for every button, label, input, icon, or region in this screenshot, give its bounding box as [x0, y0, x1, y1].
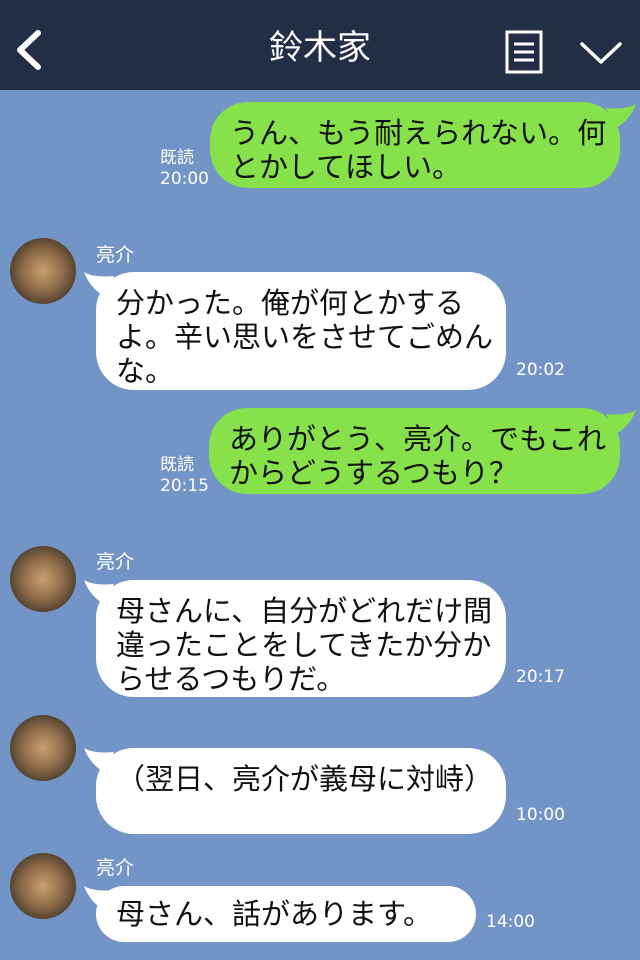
message-time: 10:00: [516, 805, 565, 825]
message-time: 14:00: [486, 912, 535, 932]
avatar[interactable]: [10, 715, 76, 781]
chat-title: 鈴木家: [269, 28, 371, 68]
sender-name: 亮介: [96, 857, 135, 879]
message-bubble-other: 母さん、話があります。: [96, 886, 476, 942]
menu-toggle-button[interactable]: [578, 38, 624, 68]
avatar[interactable]: [10, 853, 76, 919]
read-receipt: 既読 20:00: [160, 148, 209, 189]
avatar[interactable]: [10, 546, 76, 612]
read-receipt: 既読 20:15: [160, 455, 209, 496]
bubble-tail: [606, 410, 636, 434]
note-icon: [505, 30, 543, 74]
note-button[interactable]: [505, 30, 543, 74]
message-bubble-mine: うん、もう耐えられない。何とかしてほしい。: [210, 102, 620, 188]
sender-name: 亮介: [96, 551, 135, 573]
message-bubble-other: 分かった。俺が何とかするよ。辛い思いをさせてごめんな。: [96, 272, 506, 390]
message-time: 20:02: [516, 360, 565, 380]
chat-header: 鈴木家: [0, 0, 640, 90]
message-bubble-mine: ありがとう、亮介。でもこれからどうするつもり？: [209, 408, 620, 494]
message-time: 20:17: [516, 667, 565, 687]
sender-name: 亮介: [96, 244, 135, 266]
chevron-down-icon: [580, 42, 622, 64]
message-bubble-other: （翌日、亮介が義母に対峙）: [96, 748, 506, 834]
bubble-tail: [606, 104, 636, 128]
message-bubble-other: 母さんに、自分がどれだけ間違ったことをしてきたか分からせるつもりだ。: [96, 580, 506, 697]
avatar[interactable]: [10, 238, 76, 304]
